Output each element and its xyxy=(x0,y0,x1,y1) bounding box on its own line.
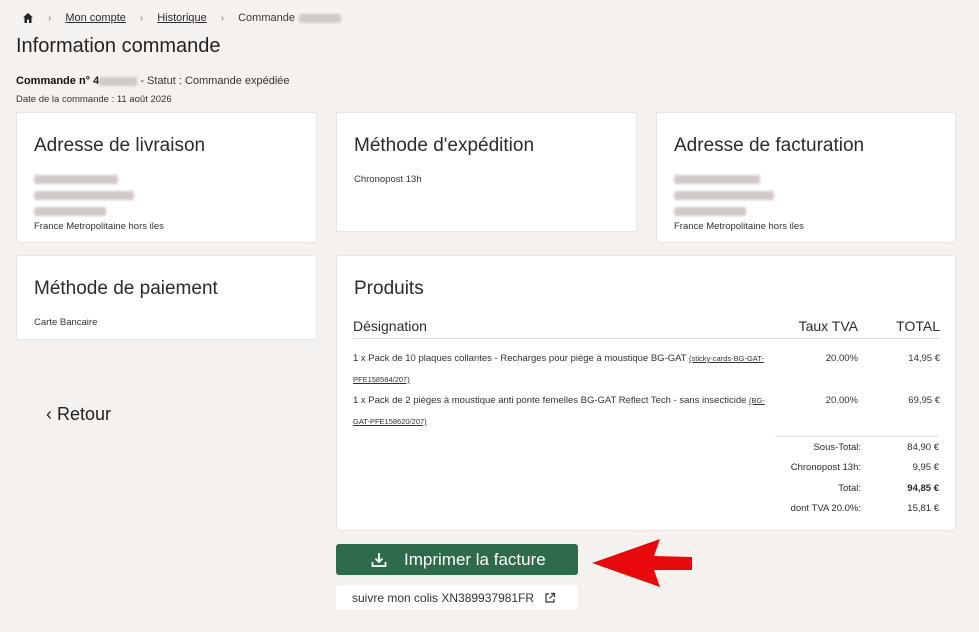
shipping-address-card: Adresse de livraison France Metropolitai… xyxy=(16,112,317,243)
products-card: Produits Désignation Taux TVA TOTAL 1 x … xyxy=(336,255,956,531)
breadcrumb-separator: › xyxy=(220,12,225,24)
total-row: Total: 94,85 € xyxy=(775,478,939,499)
page-title: Information commande xyxy=(16,35,221,57)
subtotal-label: Sous-Total: xyxy=(813,441,861,453)
breadcrumb-history-link[interactable]: Historique xyxy=(157,12,207,24)
shipping-cost-label: Chronopost 13h: xyxy=(790,462,861,474)
breadcrumb-separator: › xyxy=(139,12,144,24)
print-invoice-button[interactable]: Imprimer la facture xyxy=(336,544,578,575)
shipping-method-value: Chronopost 13h xyxy=(354,174,422,185)
redacted-order-number xyxy=(99,76,138,86)
shipping-method-title: Méthode d'expédition xyxy=(354,135,535,156)
breadcrumb-separator: › xyxy=(48,12,52,24)
total-label: Total: xyxy=(838,482,861,494)
product-description: 1 x Pack de 2 pièges à moustique anti po… xyxy=(353,395,747,406)
subtotal-value: 84,90 € xyxy=(907,441,939,453)
shipping-country: France Metropolitaine hors iles xyxy=(34,221,164,232)
billing-country: France Metropolitaine hors iles xyxy=(674,221,804,232)
redacted-address-line xyxy=(674,175,760,184)
redacted-address-line xyxy=(34,207,106,216)
products-table: Désignation Taux TVA TOTAL 1 x Pack de 1… xyxy=(353,318,940,432)
order-summary: Commande n° 4 - Statut : Commande expédi… xyxy=(16,75,290,87)
header-designation: Désignation xyxy=(353,318,773,339)
external-link-icon xyxy=(545,592,556,603)
payment-method-value: Carte Bancaire xyxy=(34,317,98,328)
vat-row: dont TVA 20.0%: 15,81 € xyxy=(775,499,939,520)
order-totals: Sous-Total: 84,90 € Chronopost 13h: 9,95… xyxy=(775,436,939,519)
subtotal-row: Sous-Total: 84,90 € xyxy=(775,437,939,458)
product-description: 1 x Pack de 10 plaques collantes - Recha… xyxy=(353,353,687,364)
redacted-address-line xyxy=(34,191,134,200)
shipping-cost-row: Chronopost 13h: 9,95 € xyxy=(775,458,939,479)
tracking-label: suivre mon colis XN389937981FR xyxy=(352,590,535,605)
redacted-address-line xyxy=(34,175,118,184)
payment-method-card: Méthode de paiement Carte Bancaire xyxy=(16,255,317,340)
order-number-label: Commande n° xyxy=(16,75,91,87)
product-vat: 20.00% xyxy=(825,353,858,364)
total-value: 94,85 € xyxy=(907,482,939,494)
back-button[interactable]: ‹ Retour xyxy=(46,404,111,425)
product-vat: 20.00% xyxy=(825,395,858,406)
breadcrumb-current: Commande xyxy=(238,12,295,24)
table-row: 1 x Pack de 10 plaques collantes - Recha… xyxy=(353,339,940,391)
header-total: TOTAL xyxy=(858,318,940,339)
billing-address-card: Adresse de facturation France Metropolit… xyxy=(656,112,956,243)
print-invoice-label: Imprimer la facture xyxy=(404,549,546,569)
redacted-order-id xyxy=(298,13,341,23)
redacted-address-line xyxy=(674,191,774,200)
vat-value: 15,81 € xyxy=(907,503,939,515)
red-arrow-annotation xyxy=(592,539,692,587)
product-total: 14,95 € xyxy=(908,353,940,364)
products-title: Produits xyxy=(354,278,424,299)
breadcrumb: › Mon compte › Historique › Commande xyxy=(22,12,341,24)
shipping-cost-value: 9,95 € xyxy=(912,462,939,474)
vat-label: dont TVA 20.0%: xyxy=(790,503,861,515)
download-icon xyxy=(371,552,387,567)
redacted-address-line xyxy=(674,207,746,216)
payment-method-title: Méthode de paiement xyxy=(34,278,218,299)
order-date: Date de la commande : 11 août 2026 xyxy=(16,94,172,105)
breadcrumb-my-account-link[interactable]: Mon compte xyxy=(65,12,126,24)
table-row: 1 x Pack de 2 pièges à moustique anti po… xyxy=(353,390,940,432)
billing-address-title: Adresse de facturation xyxy=(674,135,865,156)
back-label: Retour xyxy=(57,404,112,424)
tracking-link[interactable]: suivre mon colis XN389937981FR xyxy=(336,585,578,610)
products-header-row: Désignation Taux TVA TOTAL xyxy=(353,318,940,339)
home-icon[interactable] xyxy=(22,12,34,24)
chevron-left-icon: ‹ xyxy=(46,404,52,424)
product-total: 69,95 € xyxy=(908,395,940,406)
shipping-method-card: Méthode d'expédition Chronopost 13h xyxy=(336,112,637,232)
order-status: - Statut : Commande expédiée xyxy=(140,75,290,87)
header-vat: Taux TVA xyxy=(773,318,858,339)
shipping-address-title: Adresse de livraison xyxy=(34,135,206,156)
